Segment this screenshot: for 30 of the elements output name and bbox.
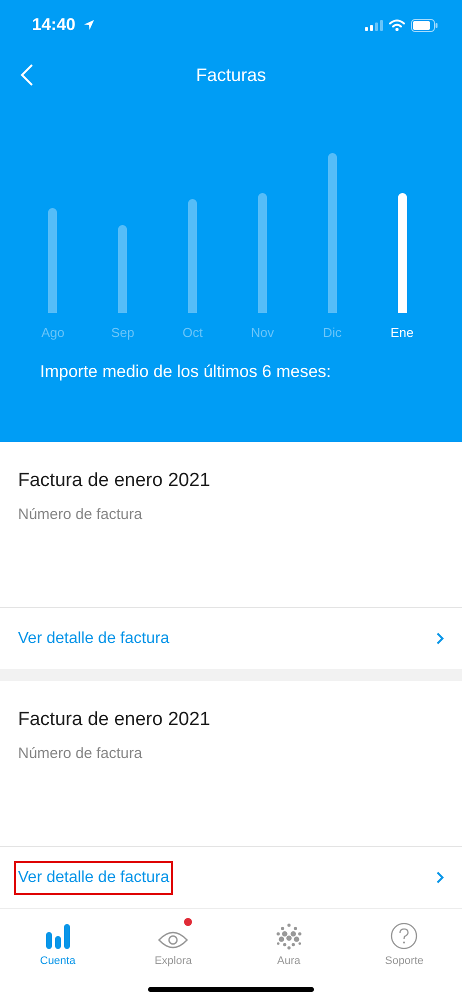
month-label[interactable]: Ago xyxy=(41,325,64,340)
tab-item[interactable]: Cuenta xyxy=(0,909,116,973)
eye-icon xyxy=(158,930,188,950)
invoice-number-label: Número de factura xyxy=(18,745,144,762)
screen-title: Facturas xyxy=(196,64,266,86)
chevron-icon[interactable] xyxy=(436,871,444,884)
month-label[interactable]: Dic xyxy=(322,325,342,340)
back-icon[interactable] xyxy=(20,63,34,87)
month-label[interactable]: Oct xyxy=(182,325,203,340)
invoice-number-label: Número de factura xyxy=(18,506,144,523)
month-label[interactable]: Ene xyxy=(390,325,414,340)
chevron-icon[interactable] xyxy=(436,632,444,645)
battery-icon xyxy=(411,18,438,32)
invoice-title: Factura de enero 2021 xyxy=(18,709,212,731)
status-time: 14:40 xyxy=(32,15,76,35)
dots-icon xyxy=(274,922,303,950)
location-arrow-icon xyxy=(83,19,96,31)
bar-chart-icon xyxy=(44,922,71,950)
tab-item[interactable]: Soporte xyxy=(346,909,462,973)
invoice-detail-link[interactable]: Ver detalle de factura xyxy=(14,622,174,656)
month-label[interactable]: Sep xyxy=(111,325,134,340)
signal-icon xyxy=(365,20,383,30)
invoice-detail-link[interactable]: Ver detalle de factura xyxy=(14,860,174,894)
average-label: Importe medio de los últimos 6 meses: xyxy=(39,361,332,382)
wifi-icon xyxy=(389,19,405,31)
invoice-title: Factura de enero 2021 xyxy=(18,470,212,492)
month-label[interactable]: Nov xyxy=(250,325,274,340)
tab-item[interactable]: Explora xyxy=(116,909,231,973)
help-icon xyxy=(390,922,418,950)
tab-item[interactable]: Aura xyxy=(231,909,346,973)
